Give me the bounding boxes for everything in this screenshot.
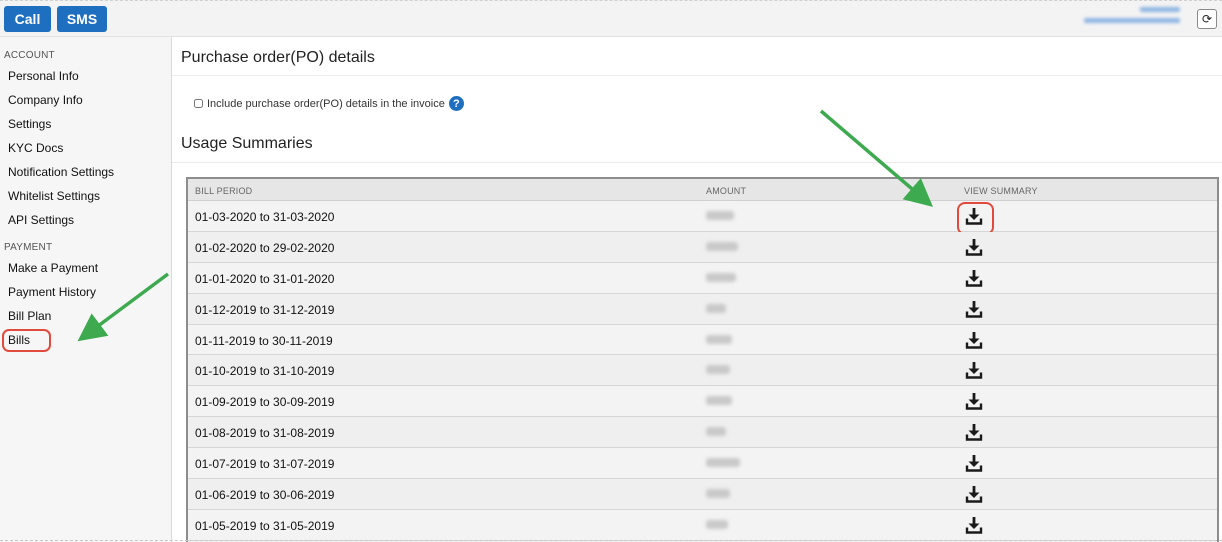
sidebar-item-bill-plan[interactable]: Bill Plan	[0, 304, 171, 328]
amount-cell-blurred	[706, 241, 738, 251]
amount-cell-blurred	[706, 303, 726, 313]
header-view-summary: VIEW SUMMARY	[964, 186, 1038, 196]
table-header: BILL PERIOD AMOUNT VIEW SUMMARY	[188, 179, 1217, 201]
call-button[interactable]: Call	[4, 6, 51, 32]
divider	[172, 75, 1222, 76]
bill-period-cell: 01-06-2019 to 30-06-2019	[195, 488, 335, 503]
po-checkbox-label[interactable]: Include purchase order(PO) details in th…	[207, 98, 445, 110]
sms-button[interactable]: SMS	[57, 6, 107, 32]
usage-table: BILL PERIOD AMOUNT VIEW SUMMARY 01-03-20…	[186, 177, 1219, 542]
bill-period-cell: 01-03-2020 to 31-03-2020	[195, 210, 335, 224]
sidebar-item-bills[interactable]: Bills	[0, 328, 171, 352]
sidebar-item-kyc-docs[interactable]: KYC Docs	[0, 136, 171, 160]
sidebar-item-payment-history[interactable]: Payment History	[0, 280, 171, 304]
sidebar-item-whitelist-settings[interactable]: Whitelist Settings	[0, 184, 171, 208]
divider	[172, 162, 1222, 163]
sidebar-item-api-settings[interactable]: API Settings	[0, 208, 171, 232]
bill-period-cell: 01-02-2020 to 29-02-2020	[195, 240, 335, 255]
table-row: 01-05-2019 to 31-05-2019	[188, 509, 1217, 541]
amount-cell-blurred	[706, 211, 734, 220]
bill-period-cell: 01-12-2019 to 31-12-2019	[195, 302, 335, 317]
table-row: 01-10-2019 to 31-10-2019	[188, 355, 1217, 387]
user-info-blurred	[1084, 7, 1180, 33]
download-icon[interactable]	[964, 453, 984, 473]
bill-period-cell: 01-11-2019 to 30-11-2019	[195, 333, 333, 348]
download-icon[interactable]	[964, 268, 984, 288]
po-checkbox[interactable]	[194, 99, 203, 108]
table-row: 01-01-2020 to 31-01-2020	[188, 262, 1217, 294]
amount-cell-blurred	[706, 427, 726, 437]
table-row: 01-12-2019 to 31-12-2019	[188, 293, 1217, 325]
download-icon[interactable]	[964, 360, 984, 380]
table-row: 01-09-2019 to 30-09-2019	[188, 386, 1217, 418]
main-content: Purchase order(PO) details Include purch…	[172, 37, 1222, 542]
table-body: 01-03-2020 to 31-03-2020 01-02-2020 to 29…	[188, 201, 1217, 541]
table-row: 01-03-2020 to 31-03-2020	[188, 201, 1217, 235]
amount-cell-blurred	[706, 489, 730, 499]
download-icon[interactable]	[964, 391, 984, 411]
refresh-icon[interactable]: ⟳	[1197, 9, 1217, 29]
highlight-ring-bills	[2, 329, 51, 352]
sidebar-item-company-info[interactable]: Company Info	[0, 88, 171, 112]
sidebar-item-make-payment[interactable]: Make a Payment	[0, 256, 171, 280]
po-checkbox-row: Include purchase order(PO) details in th…	[194, 96, 464, 111]
sidebar-item-notification-settings[interactable]: Notification Settings	[0, 160, 171, 184]
table-row: 01-02-2020 to 29-02-2020	[188, 231, 1217, 263]
amount-cell-blurred	[706, 334, 732, 344]
bill-period-cell: 01-05-2019 to 31-05-2019	[195, 518, 335, 533]
bill-period-cell: 01-01-2020 to 31-01-2020	[195, 271, 335, 286]
table-row: 01-06-2019 to 30-06-2019	[188, 479, 1217, 510]
highlight-ring-download	[957, 202, 994, 235]
sidebar-item-personal-info[interactable]: Personal Info	[0, 64, 171, 88]
bill-period-cell: 01-10-2019 to 31-10-2019	[195, 364, 335, 379]
download-icon[interactable]	[964, 484, 984, 504]
sidebar-heading-account: ACCOUNT	[4, 50, 55, 61]
download-icon[interactable]	[964, 237, 984, 257]
amount-cell-blurred	[706, 519, 728, 529]
amount-cell-blurred	[706, 272, 736, 282]
header-amount: AMOUNT	[706, 186, 747, 196]
po-details-title: Purchase order(PO) details	[181, 49, 375, 66]
sidebar-item-settings[interactable]: Settings	[0, 112, 171, 136]
amount-cell-blurred	[706, 396, 732, 406]
sidebar-heading-payment: PAYMENT	[4, 242, 53, 253]
download-icon[interactable]	[964, 422, 984, 442]
help-icon[interactable]: ?	[448, 96, 464, 111]
download-icon[interactable]	[964, 330, 984, 350]
top-toolbar: Call SMS ⟳	[0, 0, 1222, 37]
amount-cell-blurred	[706, 365, 730, 375]
bill-period-cell: 01-08-2019 to 31-08-2019	[195, 426, 335, 441]
bill-period-cell: 01-07-2019 to 31-07-2019	[195, 457, 335, 472]
amount-cell-blurred	[706, 458, 740, 468]
header-bill-period: BILL PERIOD	[195, 186, 253, 196]
usage-summaries-title: Usage Summaries	[181, 135, 313, 152]
sidebar: ACCOUNT Personal Info Company Info Setti…	[0, 37, 172, 542]
download-icon[interactable]	[964, 299, 984, 319]
bill-period-cell: 01-09-2019 to 30-09-2019	[195, 395, 335, 410]
table-row: 01-07-2019 to 31-07-2019	[188, 448, 1217, 480]
download-icon[interactable]	[964, 515, 984, 535]
table-row: 01-11-2019 to 30-11-2019	[188, 324, 1217, 356]
table-row: 01-08-2019 to 31-08-2019	[188, 417, 1217, 449]
